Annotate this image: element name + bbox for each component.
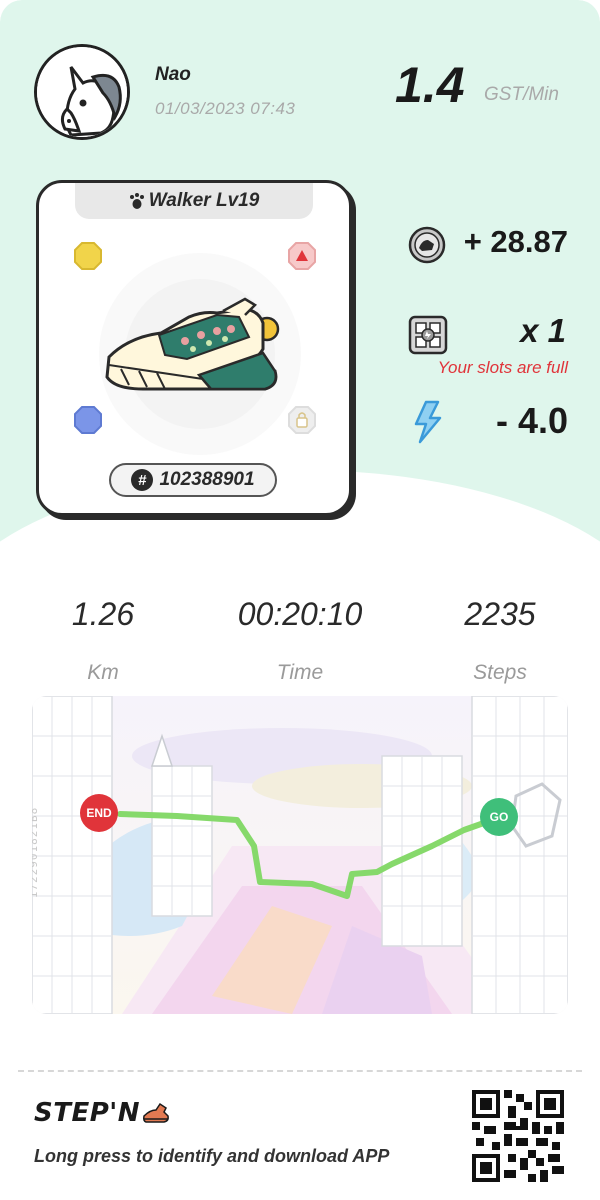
hash-icon: # xyxy=(131,469,154,491)
locked-socket-icon[interactable] xyxy=(287,405,317,435)
go-marker: GO xyxy=(480,798,518,836)
yellow-gem-socket-icon[interactable] xyxy=(73,241,103,271)
distance-label: Km xyxy=(87,661,119,684)
qr-code-icon[interactable] xyxy=(472,1090,564,1182)
mystery-box-count: x 1 xyxy=(520,312,566,349)
sneaker-level-label: Walker Lv19 xyxy=(148,190,260,211)
gst-coin-icon xyxy=(408,226,446,264)
username: Nao xyxy=(155,64,191,85)
run-datetime: 01/03/2023 07:43 xyxy=(155,99,296,118)
red-gem-socket-icon[interactable] xyxy=(287,241,317,271)
map-watermark: 1722901821B8 xyxy=(32,806,41,899)
sneaker-id-pill: # 102388901 xyxy=(109,463,277,497)
avatar[interactable] xyxy=(34,44,130,140)
gst-earned: + 28.87 xyxy=(463,224,568,259)
time-value: 00:20:10 xyxy=(237,596,363,632)
stepn-logo-text: STEP'N xyxy=(34,1098,140,1128)
energy-used: - 4.0 xyxy=(495,400,568,441)
sneaker-card[interactable]: Walker Lv19 # 102388901 xyxy=(36,180,352,516)
distance-value: 1.26 xyxy=(71,596,135,632)
slots-full-warning: Your slots are full xyxy=(437,358,568,377)
blue-gem-socket-icon[interactable] xyxy=(73,405,103,435)
paw-icon xyxy=(129,193,144,209)
route-map[interactable]: END GO 1722901821B8 xyxy=(32,696,568,1014)
steps-label: Steps xyxy=(473,661,527,684)
footer-divider xyxy=(18,1070,582,1072)
shoe-logo-icon xyxy=(143,1102,169,1123)
go-marker-label: GO xyxy=(489,810,509,824)
download-tagline: Long press to identify and download APP xyxy=(34,1146,390,1166)
sneaker-id: 102388901 xyxy=(159,469,255,490)
end-marker: END xyxy=(80,794,118,832)
sneaker-image[interactable] xyxy=(99,293,289,403)
earning-rate-value: 1.4 xyxy=(395,57,465,113)
sneaker-level-pill: Walker Lv19 xyxy=(75,183,313,219)
share-card: Nao 01/03/2023 07:43 1.4 GST/Min Walker … xyxy=(0,0,600,1200)
mystery-box-icon xyxy=(408,315,448,355)
end-marker-label: END xyxy=(86,806,112,820)
route-map-graphic xyxy=(32,696,568,1014)
stepn-logo: STEP'N xyxy=(34,1098,170,1128)
time-label: Time xyxy=(276,661,324,684)
energy-bolt-icon xyxy=(414,400,442,444)
steps-value: 2235 xyxy=(464,596,536,632)
earning-rate-unit: GST/Min xyxy=(484,84,559,105)
